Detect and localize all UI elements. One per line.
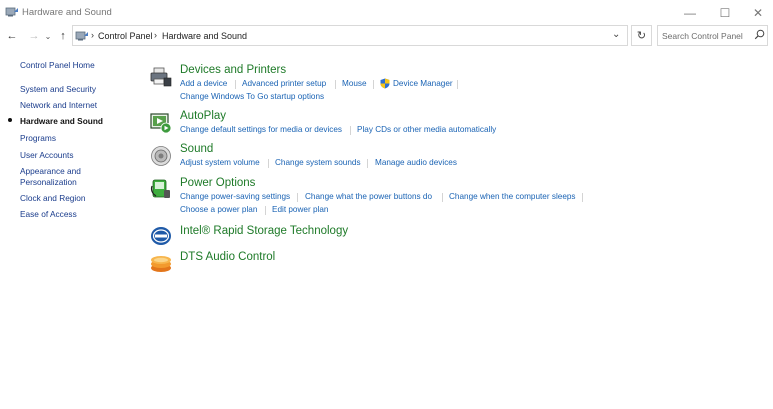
search-input[interactable] [658,26,750,46]
task-separator [442,193,443,202]
task-separator [457,80,458,89]
chevron-down-icon: ⌄ [44,31,52,41]
category-title-power-options[interactable]: Power Options [180,177,255,189]
sidebar-item-programs[interactable]: Programs [20,133,56,144]
task-change-system-sounds[interactable]: Change system sounds [275,158,361,167]
autoplay-icon[interactable] [150,112,172,134]
up-arrow-icon: ↑ [60,30,66,42]
task-change-what-the-power-buttons-do[interactable]: Change what the power buttons do [305,192,432,201]
task-separator [297,193,298,202]
task-add-a-device[interactable]: Add a device [180,79,227,88]
task-device-manager[interactable]: Device Manager [393,79,453,88]
address-dropdown-icon[interactable]: ⌄ [612,29,620,40]
task-change-default-settings-for-media-or-devices[interactable]: Change default settings for media or dev… [180,125,342,134]
title-bar: Hardware and Sound — ☐ ✕ [0,0,773,26]
task-change-when-the-computer-sleeps[interactable]: Change when the computer sleeps [449,192,576,201]
search-box[interactable] [657,25,768,46]
recent-locations-button[interactable]: ⌄ [43,28,53,44]
refresh-button[interactable]: ↻ [631,25,652,46]
task-play-cds-or-other-media-automatically[interactable]: Play CDs or other media automatically [357,125,496,134]
category-title-autoplay[interactable]: AutoPlay [180,110,226,122]
task-separator [235,80,236,89]
task-separator [350,126,351,135]
sidebar-item-appearance-and-personalization[interactable]: Appearance and Personalization [20,166,100,188]
task-mouse[interactable]: Mouse [342,79,367,88]
maximize-icon: ☐ [719,6,731,20]
task-change-power-saving-settings[interactable]: Change power-saving settings [180,192,290,201]
window-title: Hardware and Sound [22,7,112,18]
breadcrumb-separator-icon[interactable]: › [91,30,94,40]
breadcrumb-control-panel[interactable]: Control Panel [98,31,153,41]
speaker-icon[interactable] [150,145,172,167]
task-separator [335,80,336,89]
control-panel-app-icon [5,7,18,17]
category-title-devices-and-printers[interactable]: Devices and Printers [180,64,286,76]
sidebar-item-ease-of-access[interactable]: Ease of Access [20,209,77,220]
address-bar[interactable]: › Control Panel › Hardware and Sound ⌄ [72,25,628,46]
sidebar-item-control-panel-home[interactable]: Control Panel Home [20,60,95,71]
minimize-button[interactable]: — [674,3,706,23]
task-choose-a-power-plan[interactable]: Choose a power plan [180,205,257,214]
close-button[interactable]: ✕ [742,3,773,23]
task-edit-power-plan[interactable]: Edit power plan [272,205,328,214]
power-options-icon[interactable] [150,178,172,200]
uac-shield-icon [380,78,390,89]
sidebar-item-system-and-security[interactable]: System and Security [20,84,96,95]
dts-audio-icon[interactable] [150,252,172,274]
task-separator [373,80,374,89]
search-icon[interactable] [754,29,765,40]
task-adjust-system-volume[interactable]: Adjust system volume [180,158,260,167]
minimize-icon: — [684,6,696,20]
task-change-windows-to-go-startup-options[interactable]: Change Windows To Go startup options [180,92,324,101]
breadcrumb-separator-icon[interactable]: › [154,30,157,40]
back-arrow-icon: ← [6,30,18,42]
task-manage-audio-devices[interactable]: Manage audio devices [375,158,457,167]
printer-icon[interactable] [150,66,172,88]
control-panel-location-icon [75,31,88,41]
intel-rst-icon[interactable] [150,225,172,247]
task-separator [367,159,368,168]
sidebar-item-user-accounts[interactable]: User Accounts [20,150,74,161]
task-advanced-printer-setup[interactable]: Advanced printer setup [242,79,326,88]
category-title-dts-audio-control[interactable]: DTS Audio Control [180,251,275,263]
sidebar-item-network-and-internet[interactable]: Network and Internet [20,100,97,111]
task-separator [265,206,266,215]
selected-bullet-icon [8,118,12,122]
category-title-sound[interactable]: Sound [180,143,213,155]
maximize-button[interactable]: ☐ [709,3,741,23]
up-button[interactable]: ↑ [56,28,70,44]
close-icon: ✕ [752,6,764,20]
category-title-intel-rapid-storage-technology[interactable]: Intel® Rapid Storage Technology [180,225,348,237]
sidebar-item-hardware-and-sound[interactable]: Hardware and Sound [20,116,103,127]
sidebar-item-clock-and-region[interactable]: Clock and Region [20,193,86,204]
breadcrumb-hardware-and-sound[interactable]: Hardware and Sound [162,31,247,41]
refresh-icon: ↻ [636,30,647,42]
back-button[interactable]: ← [4,28,20,44]
task-separator [268,159,269,168]
forward-arrow-icon: → [28,30,40,42]
forward-button[interactable]: → [26,28,42,44]
task-separator [582,193,583,202]
